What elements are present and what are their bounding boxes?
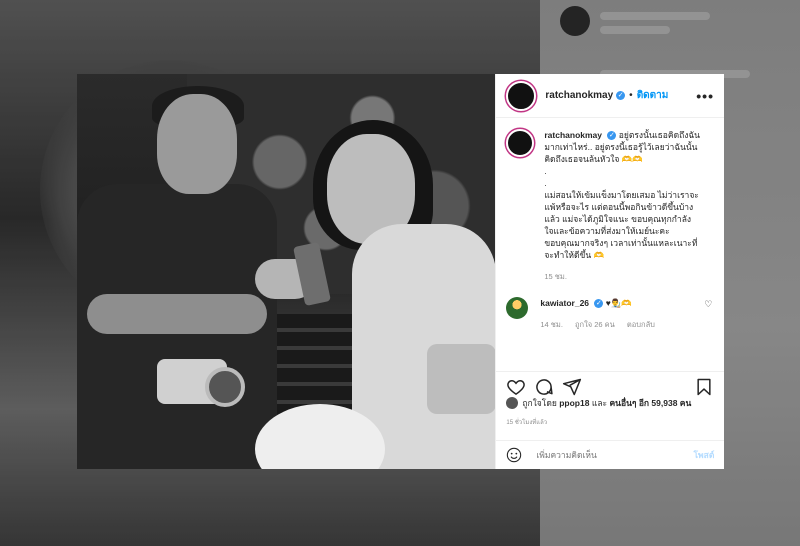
caption-line-5: . xyxy=(544,178,547,188)
comment-time[interactable]: 14 ชม. xyxy=(540,320,563,329)
photo-bag xyxy=(427,344,496,414)
post-modal: ratchanokmay ✓ • ติดตาม ••• ratchanokmay… xyxy=(77,74,725,469)
comment-text: ♥👨‍🎨🫶 xyxy=(605,298,632,308)
bookmark-icon[interactable] xyxy=(694,377,714,397)
more-options-icon[interactable]: ••• xyxy=(696,88,714,104)
likes-user[interactable]: ppop18 xyxy=(559,398,589,408)
caption-line-9: ใจและข้อความที่ส่งมาให้เมย์นะคะ xyxy=(544,226,670,236)
verified-icon: ✓ xyxy=(594,299,604,309)
separator-dot: • xyxy=(629,90,633,101)
post-header: ratchanokmay ✓ • ติดตาม ••• xyxy=(496,74,724,118)
comment-reply-button[interactable]: ตอบกลับ xyxy=(627,320,655,329)
caption-time[interactable]: 15 ชม. xyxy=(544,271,712,283)
comment-input[interactable] xyxy=(534,449,694,461)
photo-camera-lens xyxy=(205,367,245,407)
caption-line-6: แม่สอนให้เข้มแข็งมาโดยเสมอ ไม่ว่าเราจะ xyxy=(544,190,699,200)
caption-line-8: แล้ว แม่จะได้ภูมิใจแนะ ขอบคุณทุกกำลัง xyxy=(544,214,692,224)
caption-line-2: มากเท่าไหร่.. อยู่ตรงนี้เธอรู้ไว้เลยว่าฉ… xyxy=(544,142,698,152)
post-photo[interactable] xyxy=(77,74,496,469)
comments-area[interactable]: ratchanokmay ✓ อยู่ตรงนั้นเธอคิดถึงฉัน ม… xyxy=(496,119,724,371)
commenter-avatar[interactable] xyxy=(506,297,529,319)
caption-line-1: อยู่ตรงนั้นเธอคิดถึงฉัน xyxy=(618,130,700,140)
comment-likes[interactable]: ถูกใจ 26 คน xyxy=(575,320,615,329)
caption: ratchanokmay ✓ อยู่ตรงนั้นเธอคิดถึงฉัน ม… xyxy=(506,129,712,283)
follow-button[interactable]: ติดตาม xyxy=(637,88,669,103)
verified-icon: ✓ xyxy=(616,91,626,100)
action-bar xyxy=(496,371,725,397)
caption-avatar[interactable] xyxy=(506,129,535,157)
post-timestamp[interactable]: 15 ชั่วโมงที่แล้ว xyxy=(506,417,547,427)
heart-icon[interactable] xyxy=(506,377,526,397)
photo-woman-left-head xyxy=(157,94,237,194)
verified-icon: ✓ xyxy=(607,131,617,141)
caption-line-4: . xyxy=(544,166,547,176)
comment-item: kawiator_26 ✓ ♥👨‍🎨🫶 14 ชม. ถูกใจ 26 คน ต… xyxy=(506,297,712,331)
commenter-username[interactable]: kawiator_26 xyxy=(540,298,589,308)
photo-crossed-arms xyxy=(87,294,267,334)
caption-line-10: ขอบคุณมากจริงๆ เวลาเท่านั้นแหละเนาะที่ xyxy=(544,238,698,248)
likes-and: และ xyxy=(591,398,608,408)
comment-icon[interactable] xyxy=(534,377,554,397)
caption-line-7: แพ้หรือจะไร แต่ตอนนี้พอกินข้าวดีขึ้นบ้าง xyxy=(544,202,694,212)
liker-avatar[interactable] xyxy=(506,397,519,409)
comment-body: kawiator_26 ✓ ♥👨‍🎨🫶 14 ชม. ถูกใจ 26 คน ต… xyxy=(540,297,704,331)
author-avatar[interactable] xyxy=(506,80,537,111)
caption-body: ratchanokmay ✓ อยู่ตรงนั้นเธอคิดถึงฉัน ม… xyxy=(544,129,712,283)
comment-heart-icon[interactable]: ♡ xyxy=(704,299,712,310)
post-comment-button[interactable]: โพสต์ xyxy=(693,448,714,462)
caption-line-3: คิดถึงเธอจนล้นหัวใจ 🫶🫶 xyxy=(544,154,643,164)
caption-username[interactable]: ratchanokmay xyxy=(544,130,602,140)
emoji-icon[interactable] xyxy=(506,447,522,463)
author-username[interactable]: ratchanokmay xyxy=(545,90,613,101)
likes-prefix: ถูกใจโดย xyxy=(522,398,557,408)
post-sidebar: ratchanokmay ✓ • ติดตาม ••• ratchanokmay… xyxy=(495,74,725,469)
likes-summary: ถูกใจโดย ppop18 และ คนอื่นๆ อีก 59,938 ค… xyxy=(506,396,721,410)
likes-others[interactable]: คนอื่นๆ อีก 59,938 คน xyxy=(609,396,691,410)
comment-meta: 14 ชม. ถูกใจ 26 คน ตอบกลับ xyxy=(540,319,704,331)
add-comment-bar: โพสต์ xyxy=(496,440,725,469)
share-icon[interactable] xyxy=(562,377,582,397)
caption-line-11: จะทำให้ดีขึ้น 🫶 xyxy=(544,250,605,260)
